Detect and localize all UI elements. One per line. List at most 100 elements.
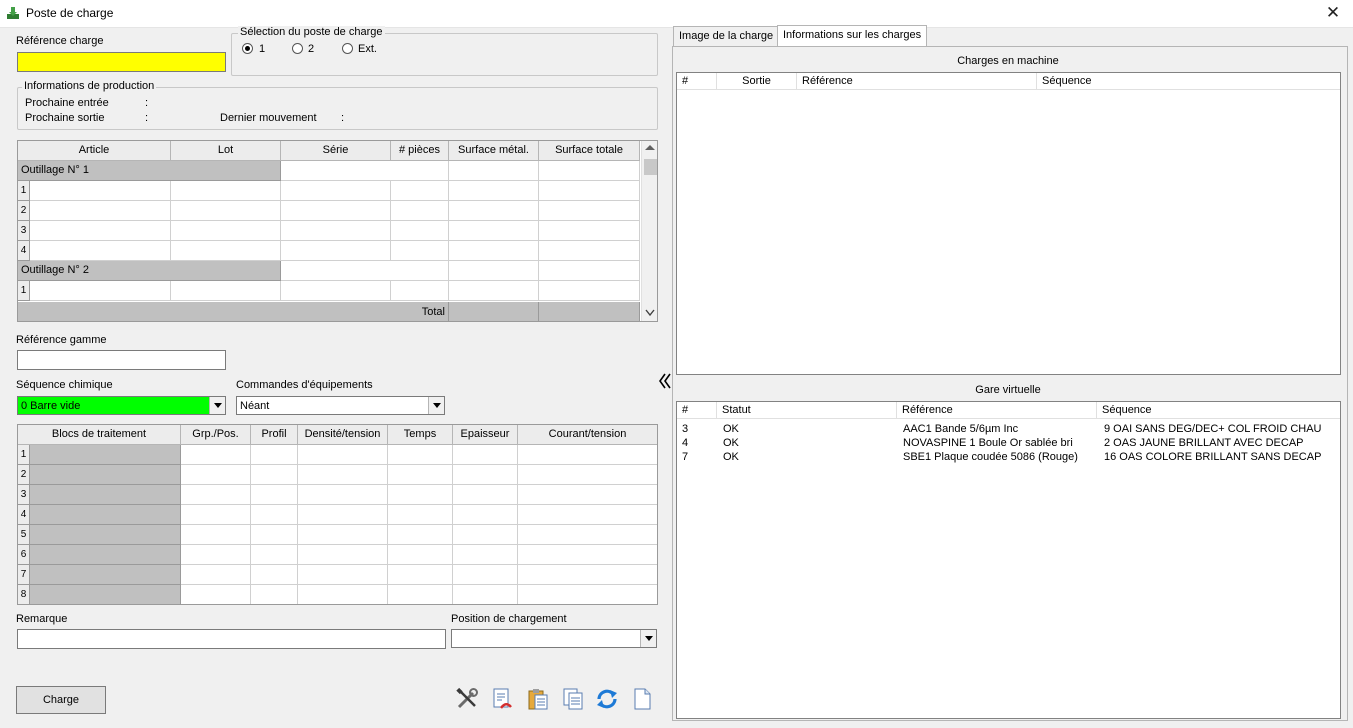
surface-metal-cell[interactable] (449, 181, 539, 201)
blocs-cell[interactable] (388, 465, 453, 485)
blocs-cell[interactable] (30, 545, 181, 565)
refresh-icon[interactable] (595, 687, 619, 711)
pieces-cell[interactable] (391, 201, 449, 221)
serie-cell[interactable] (281, 241, 391, 261)
radio-option-1[interactable] (242, 43, 253, 54)
blocs-cell[interactable] (181, 565, 251, 585)
position-select[interactable] (451, 629, 657, 648)
surface-metal-cell[interactable] (449, 241, 539, 261)
equipment-select[interactable]: Néant (236, 396, 445, 415)
blocs-cell[interactable] (518, 585, 657, 604)
col-pieces[interactable]: # pièces (391, 141, 449, 161)
virtual-col-num[interactable]: # (677, 402, 717, 419)
blocs-cell[interactable] (298, 505, 388, 525)
blocs-cell[interactable] (181, 505, 251, 525)
col-serie[interactable]: Série (281, 141, 391, 161)
blocs-cell[interactable] (298, 485, 388, 505)
row-number[interactable]: 2 (18, 201, 30, 221)
surface-metal-cell[interactable] (449, 221, 539, 241)
blocs-cell[interactable] (388, 525, 453, 545)
row-number[interactable]: 1 (18, 181, 30, 201)
blocs-cell[interactable] (30, 445, 181, 465)
blocs-cell[interactable] (251, 505, 298, 525)
dropdown-arrow-icon[interactable] (428, 397, 444, 414)
serie-cell[interactable] (281, 221, 391, 241)
radio-option-2[interactable] (292, 43, 303, 54)
pieces-cell[interactable] (391, 281, 449, 301)
surface-metal-cell[interactable] (449, 201, 539, 221)
col-profil[interactable]: Profil (251, 425, 298, 445)
row-number[interactable]: 4 (18, 241, 30, 261)
delete-document-icon[interactable] (490, 687, 514, 711)
col-grp-pos[interactable]: Grp./Pos. (181, 425, 251, 445)
copy-document-icon[interactable] (561, 687, 585, 711)
machine-col-sortie[interactable]: Sortie (717, 73, 797, 90)
article-cell[interactable] (30, 201, 171, 221)
blocs-cell[interactable] (30, 505, 181, 525)
machine-list[interactable]: # Sortie Référence Séquence (676, 72, 1341, 375)
col-densite[interactable]: Densité/tension (298, 425, 388, 445)
remark-input[interactable] (17, 629, 446, 649)
lot-cell[interactable] (171, 241, 281, 261)
col-epaisseur[interactable]: Epaisseur (453, 425, 518, 445)
blocs-cell[interactable] (518, 545, 657, 565)
surface-totale-cell[interactable] (539, 241, 640, 261)
blocs-cell[interactable] (518, 565, 657, 585)
row-number[interactable]: 5 (18, 525, 30, 545)
blocs-cell[interactable] (298, 565, 388, 585)
row-number[interactable]: 3 (18, 485, 30, 505)
blocs-cell[interactable] (181, 465, 251, 485)
ref-charge-input[interactable] (17, 52, 226, 72)
virtual-col-ref[interactable]: Référence (897, 402, 1097, 419)
surface-metal-cell[interactable] (449, 281, 539, 301)
serie-cell[interactable] (281, 181, 391, 201)
lot-cell[interactable] (171, 181, 281, 201)
blocs-cell[interactable] (388, 445, 453, 465)
blocs-cell[interactable] (181, 545, 251, 565)
surface-totale-cell[interactable] (539, 281, 640, 301)
blocs-cell[interactable] (251, 485, 298, 505)
blocs-cell[interactable] (388, 585, 453, 604)
machine-col-seq[interactable]: Séquence (1037, 73, 1340, 90)
article-cell[interactable] (30, 241, 171, 261)
machine-col-num[interactable]: # (677, 73, 717, 90)
col-blocs[interactable]: Blocs de traitement (18, 425, 181, 445)
serie-cell[interactable] (281, 201, 391, 221)
serie-cell[interactable] (281, 281, 391, 301)
col-temps[interactable]: Temps (388, 425, 453, 445)
blocs-cell[interactable] (388, 505, 453, 525)
col-article[interactable]: Article (18, 141, 171, 161)
machine-col-ref[interactable]: Référence (797, 73, 1037, 90)
blocs-cell[interactable] (518, 445, 657, 465)
virtual-col-status[interactable]: Statut (717, 402, 897, 419)
blocs-cell[interactable] (388, 485, 453, 505)
collapse-chevron-icon[interactable] (658, 372, 672, 390)
blocs-cell[interactable] (388, 545, 453, 565)
scroll-thumb[interactable] (644, 159, 657, 175)
blocs-cell[interactable] (518, 505, 657, 525)
surface-totale-cell[interactable] (539, 201, 640, 221)
blocs-cell[interactable] (453, 545, 518, 565)
row-number[interactable]: 1 (18, 281, 30, 301)
blocs-cell[interactable] (251, 445, 298, 465)
row-number[interactable]: 4 (18, 505, 30, 525)
articles-scrollbar[interactable] (641, 141, 657, 321)
surface-totale-cell[interactable] (539, 181, 640, 201)
blocs-cell[interactable] (30, 585, 181, 604)
row-number[interactable]: 8 (18, 585, 30, 604)
close-icon[interactable]: ✕ (1323, 3, 1343, 23)
blocs-cell[interactable] (518, 525, 657, 545)
pieces-cell[interactable] (391, 181, 449, 201)
clipboard-icon[interactable] (526, 687, 550, 711)
blocs-cell[interactable] (251, 545, 298, 565)
blocs-cell[interactable] (251, 465, 298, 485)
charge-button[interactable]: Charge (16, 686, 106, 714)
blocs-cell[interactable] (30, 525, 181, 545)
blocs-cell[interactable] (518, 465, 657, 485)
blocs-cell[interactable] (251, 585, 298, 604)
tab-image-charge[interactable]: Image de la charge (673, 26, 780, 46)
group-row-outillage-1[interactable]: Outillage N° 1 (18, 161, 281, 181)
surface-totale-cell[interactable] (539, 221, 640, 241)
blocs-cell[interactable] (453, 465, 518, 485)
blocs-cell[interactable] (181, 485, 251, 505)
